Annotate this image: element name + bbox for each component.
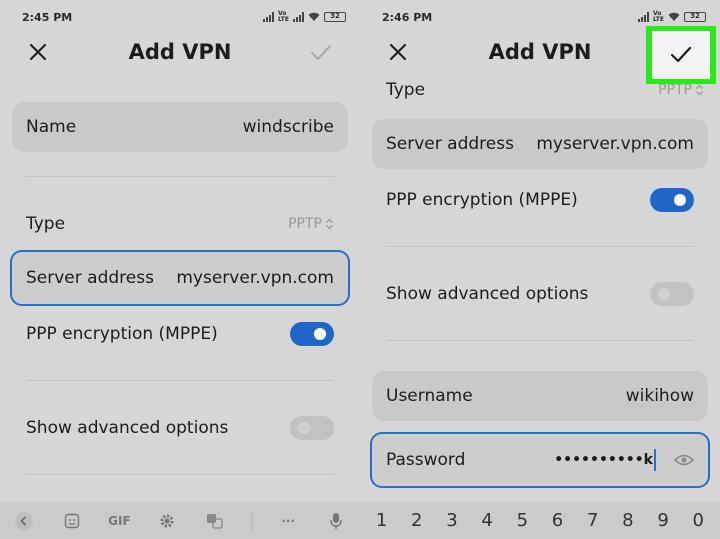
server-address-field[interactable]: Server address myserver.vpn.com: [372, 119, 708, 169]
password-field[interactable]: Password ••••••••••k: [370, 432, 710, 488]
key-2[interactable]: 2: [411, 510, 422, 531]
volte-icon: Vo LTE: [652, 10, 664, 23]
microphone-icon[interactable]: [324, 509, 348, 533]
signal-icon-2: [293, 12, 304, 22]
settings-gear-icon[interactable]: [155, 509, 179, 533]
checkmark-icon[interactable]: [308, 40, 334, 66]
back-chevron-icon[interactable]: [12, 509, 36, 533]
eye-icon[interactable]: [674, 453, 694, 467]
confirm-button[interactable]: [646, 26, 716, 84]
left-screen: 2:45 PM Vo LTE 32 Add VPN Name windscribe…: [0, 0, 360, 539]
divider: [26, 474, 334, 475]
advanced-options-toggle[interactable]: [290, 416, 334, 440]
status-icons: Vo LTE 32: [262, 10, 346, 23]
name-field[interactable]: Name windscribe: [12, 102, 348, 152]
ppp-encryption-label: PPP encryption (MPPE): [26, 324, 218, 344]
battery-icon: 32: [324, 12, 346, 22]
key-4[interactable]: 4: [481, 510, 492, 531]
ppp-encryption-toggle[interactable]: [650, 188, 694, 212]
keyboard-toolbar: GIF ···: [0, 502, 360, 539]
type-label: Type: [386, 80, 426, 100]
toolbar-divider: [250, 511, 253, 530]
gif-button[interactable]: GIF: [107, 509, 131, 533]
username-label: Username: [386, 386, 473, 406]
advanced-options-row: Show advanced options: [386, 274, 694, 314]
wifi-icon: [668, 12, 680, 21]
password-value: ••••••••••k: [554, 452, 653, 468]
toggle-knob: [314, 328, 326, 340]
ppp-encryption-row: PPP encryption (MPPE): [386, 180, 694, 220]
toggle-knob: [674, 194, 686, 206]
sticker-icon[interactable]: [60, 509, 84, 533]
signal-icon: [637, 12, 649, 22]
type-selector[interactable]: PPTP: [658, 82, 704, 98]
advanced-options-toggle[interactable]: [650, 282, 694, 306]
server-address-value: myserver.vpn.com: [176, 268, 334, 288]
page-title: Add VPN: [128, 40, 232, 64]
wifi-icon: [308, 12, 320, 21]
advanced-options-label: Show advanced options: [26, 418, 229, 438]
divider: [386, 340, 694, 341]
confirm-button-inner: [652, 31, 710, 79]
status-time: 2:46 PM: [382, 10, 433, 24]
keyboard-number-row: 1 2 3 4 5 6 7 8 9 0: [360, 502, 720, 539]
key-1[interactable]: 1: [376, 510, 387, 531]
server-address-label: Server address: [26, 268, 154, 288]
name-value: windscribe: [242, 117, 334, 137]
advanced-options-row: Show advanced options: [26, 408, 334, 448]
toggle-knob: [298, 422, 310, 434]
username-value: wikihow: [625, 386, 694, 406]
username-field[interactable]: Username wikihow: [372, 371, 708, 421]
up-down-chevron-icon: [326, 218, 333, 230]
divider: [26, 380, 334, 381]
status-bar: 2:45 PM Vo LTE 32: [0, 0, 360, 34]
server-address-value: myserver.vpn.com: [536, 134, 694, 154]
password-value-wrap: ••••••••••k: [554, 449, 656, 471]
status-icons: Vo LTE 32: [637, 10, 706, 23]
ppp-encryption-label: PPP encryption (MPPE): [386, 190, 578, 210]
up-down-chevron-icon: [696, 84, 703, 96]
type-value: PPTP: [288, 216, 322, 232]
right-screen: 2:46 PM Vo LTE 32 Add VPN Type PPTP Serve…: [360, 0, 720, 539]
type-label: Type: [26, 214, 66, 234]
checkmark-icon: [670, 46, 692, 63]
ppp-encryption-toggle[interactable]: [290, 322, 334, 346]
divider: [26, 176, 334, 177]
type-selector[interactable]: PPTP: [288, 216, 334, 232]
status-time: 2:45 PM: [22, 10, 73, 24]
divider: [386, 246, 694, 247]
signal-icon: [262, 12, 274, 22]
key-9[interactable]: 9: [657, 510, 668, 531]
text-cursor: [654, 449, 656, 471]
server-address-label: Server address: [386, 134, 514, 154]
key-5[interactable]: 5: [517, 510, 528, 531]
password-label: Password: [386, 450, 466, 470]
key-6[interactable]: 6: [552, 510, 563, 531]
app-header: Add VPN: [0, 34, 360, 74]
key-7[interactable]: 7: [587, 510, 598, 531]
advanced-options-label: Show advanced options: [386, 284, 589, 304]
battery-icon: 32: [684, 12, 706, 22]
ppp-encryption-row: PPP encryption (MPPE): [26, 314, 334, 354]
key-8[interactable]: 8: [622, 510, 633, 531]
key-0[interactable]: 0: [693, 510, 704, 531]
more-options-button[interactable]: ···: [276, 509, 300, 533]
translate-icon[interactable]: [203, 509, 227, 533]
name-label: Name: [26, 117, 77, 137]
type-value: PPTP: [658, 82, 692, 98]
type-row[interactable]: Type PPTP: [26, 204, 334, 244]
toggle-knob: [658, 288, 670, 300]
password-value-group: ••••••••••k: [554, 449, 694, 471]
key-3[interactable]: 3: [446, 510, 457, 531]
volte-icon: Vo LTE: [277, 10, 289, 23]
server-address-field[interactable]: Server address myserver.vpn.com: [10, 250, 350, 306]
